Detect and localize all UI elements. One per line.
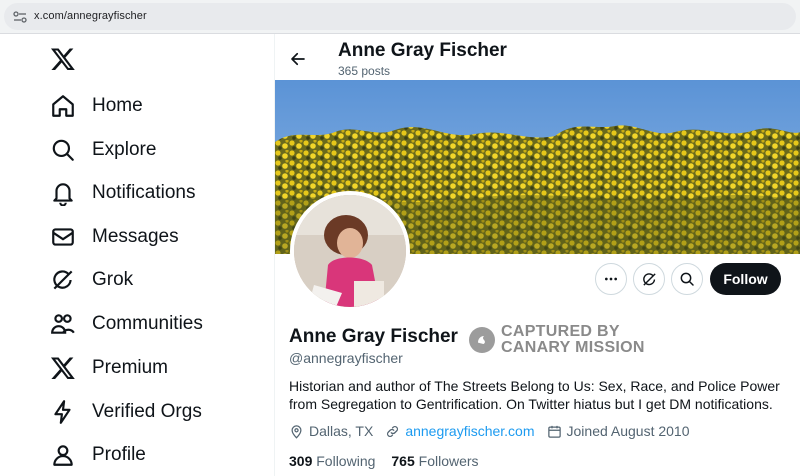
profile-column: Anne Gray Fischer 365 posts Follow Anne …	[274, 34, 800, 476]
following-label: Following	[316, 453, 376, 469]
profile-meta: Dallas, TX annegrayfischer.com Joined Au…	[289, 423, 702, 439]
join-date: Joined August 2010	[547, 423, 690, 439]
website-link[interactable]: annegrayfischer.com	[405, 423, 534, 439]
url-text: x.com/annegrayfischer	[34, 10, 147, 22]
sidebar-item-label: Profile	[92, 444, 146, 465]
followers-label: Followers	[418, 453, 479, 469]
sidebar-item-messages[interactable]: Messages	[44, 217, 254, 257]
profile-name: Anne Gray Fischer	[289, 326, 458, 347]
lightning-icon	[54, 400, 71, 424]
watermark-line-1: CAPTURED BY	[501, 323, 620, 340]
followers-link[interactable]: 765 Followers	[391, 453, 478, 469]
search-icon	[52, 139, 74, 161]
sidebar-item-label: Messages	[92, 226, 179, 247]
back-button[interactable]	[285, 46, 311, 72]
site-settings-icon[interactable]	[13, 11, 27, 23]
website[interactable]: annegrayfischer.com	[385, 423, 535, 439]
sidebar-item-communities[interactable]: Communities	[44, 304, 254, 344]
grok-icon	[642, 272, 656, 286]
header-title: Anne Gray Fischer	[338, 40, 507, 61]
following-count: 309	[289, 453, 313, 469]
avatar-image	[294, 195, 406, 307]
join-date-text: Joined August 2010	[566, 423, 690, 439]
location-pin-icon	[291, 424, 302, 439]
bell-icon	[53, 183, 73, 206]
follow-button[interactable]: Follow	[710, 263, 781, 295]
x-logo-icon[interactable]	[50, 46, 76, 72]
search-icon	[680, 272, 694, 286]
communities-icon	[51, 314, 75, 334]
grok-icon	[53, 270, 73, 290]
arrow-left-icon	[291, 52, 305, 66]
profile-bio: Historian and author of The Streets Belo…	[289, 378, 780, 412]
sidebar-item-profile[interactable]: Profile	[44, 435, 254, 475]
sidebar-item-verified-orgs[interactable]: Verified Orgs	[44, 392, 254, 432]
profile-handle: @annegrayfischer	[289, 350, 403, 366]
link-icon	[387, 425, 399, 437]
sidebar-nav: Home Explore Notifications Messages Grok…	[0, 34, 274, 476]
sidebar-item-label: Explore	[92, 139, 157, 160]
sidebar-item-label: Home	[92, 95, 143, 116]
sidebar-item-grok[interactable]: Grok	[44, 260, 254, 300]
home-icon	[52, 95, 74, 117]
header-post-count: 365 posts	[338, 64, 391, 78]
sidebar-item-label: Premium	[92, 357, 169, 378]
x-logo-icon	[50, 357, 75, 380]
sidebar-item-explore[interactable]: Explore	[44, 130, 254, 170]
search-profile-button[interactable]	[671, 263, 703, 295]
canary-bird-icon	[469, 327, 495, 353]
sidebar-item-notifications[interactable]: Notifications	[44, 173, 254, 213]
following-link[interactable]: 309 Following	[289, 453, 375, 469]
sidebar-item-label: Communities	[92, 313, 203, 334]
more-icon	[605, 277, 617, 281]
person-icon	[53, 445, 73, 466]
calendar-icon	[547, 425, 561, 438]
watermark-line-2: CANARY MISSION	[501, 339, 645, 356]
location: Dallas, TX	[289, 423, 373, 439]
sidebar-item-label: Verified Orgs	[92, 401, 202, 422]
sidebar-item-premium[interactable]: Premium	[44, 348, 254, 388]
location-text: Dallas, TX	[309, 423, 374, 439]
sidebar-item-home[interactable]: Home	[44, 86, 254, 126]
grok-button[interactable]	[633, 263, 665, 295]
url-bar[interactable]: x.com/annegrayfischer	[4, 3, 796, 30]
browser-address-bar: x.com/annegrayfischer	[0, 0, 800, 34]
more-options-button[interactable]	[595, 263, 627, 295]
follow-stats: 309 Following 765 Followers	[289, 453, 495, 469]
envelope-icon	[52, 228, 74, 246]
canary-mission-watermark: CAPTURED BY CANARY MISSION	[469, 324, 645, 356]
sidebar-item-label: Grok	[92, 269, 134, 290]
sidebar-item-label: Notifications	[92, 182, 196, 203]
followers-count: 765	[391, 453, 415, 469]
avatar[interactable]	[290, 191, 410, 311]
